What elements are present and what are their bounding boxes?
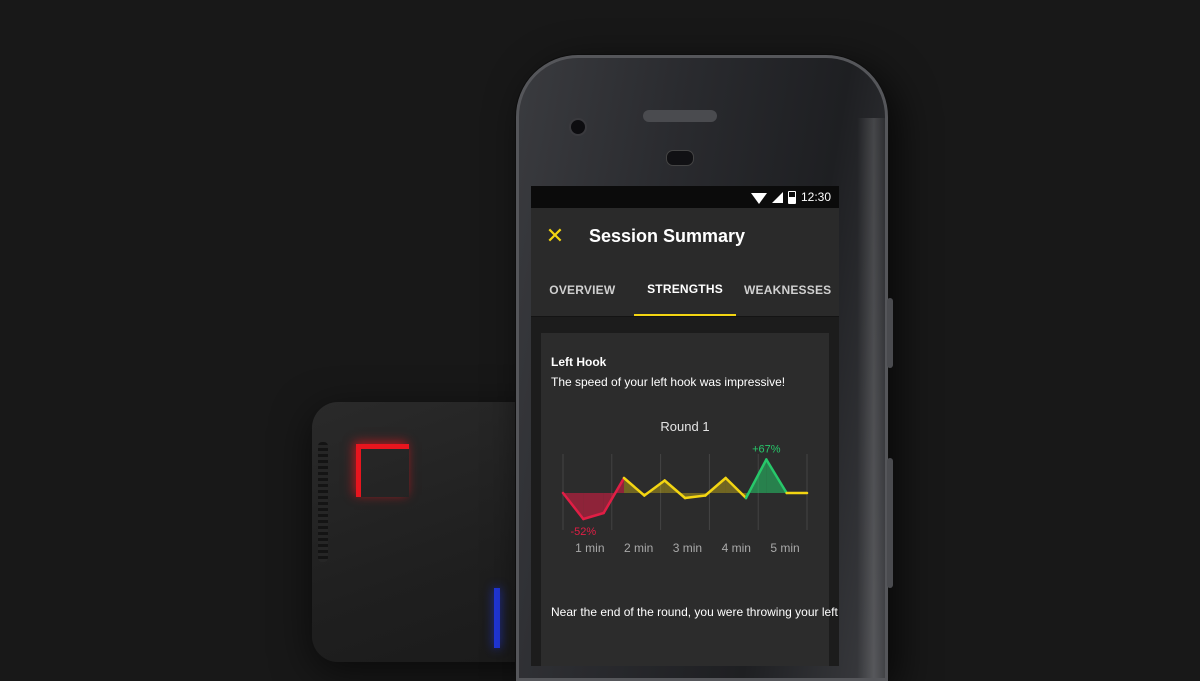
wifi-icon xyxy=(750,193,767,204)
x-tick-label: 3 min xyxy=(673,541,702,555)
chart-title: Round 1 xyxy=(660,419,710,434)
data-label: +67% xyxy=(752,444,781,456)
proximity-sensor xyxy=(666,150,694,166)
round-chart-svg: +67% -52% 1 min 2 min 3 min 4 min 5 min xyxy=(561,444,809,555)
earpiece-speaker xyxy=(643,110,717,122)
battery-icon xyxy=(787,190,796,204)
content-area: Left Hook The speed of your left hook wa… xyxy=(531,317,839,666)
x-tick-label: 2 min xyxy=(624,541,653,555)
x-tick-label: 1 min xyxy=(575,541,604,555)
x-tick-label: 4 min xyxy=(722,541,751,555)
card-title: Left Hook xyxy=(551,355,607,369)
card-description: The speed of your left hook was impressi… xyxy=(551,375,786,389)
strength-card: Left Hook The speed of your left hook wa… xyxy=(541,333,838,666)
tab-strengths[interactable]: STRENGTHS xyxy=(633,264,737,316)
status-time: 12:30 xyxy=(800,190,831,204)
tab-weaknesses[interactable]: WEAKNESSES xyxy=(736,264,839,316)
blue-led-strip xyxy=(494,588,500,648)
front-camera xyxy=(569,118,587,136)
tab-overview[interactable]: OVERVIEW xyxy=(531,264,634,316)
power-button[interactable] xyxy=(887,458,893,588)
tab-bar: OVERVIEW STRENGTHS WEAKNESSES xyxy=(531,264,839,317)
phone: 12:30 ✕ Session Summary OVERVIEW STRENGT… xyxy=(516,55,893,681)
device-grip xyxy=(318,442,328,562)
x-tick-label: 5 min xyxy=(770,541,799,555)
card-footer-text: Near the end of the round, you were thro… xyxy=(551,605,838,619)
close-icon[interactable]: ✕ xyxy=(543,224,567,248)
status-bar: 12:30 xyxy=(531,186,839,208)
phone-screen: 12:30 ✕ Session Summary OVERVIEW STRENGT… xyxy=(531,186,839,666)
app-bar: ✕ Session Summary xyxy=(531,208,839,264)
data-label: -52% xyxy=(570,526,596,538)
round-chart: +67% -52% 1 min 2 min 3 min 4 min 5 min xyxy=(551,440,819,565)
signal-icon xyxy=(771,191,783,203)
red-led-corner xyxy=(356,444,409,497)
volume-button[interactable] xyxy=(887,298,893,368)
page-title: Session Summary xyxy=(589,225,746,246)
